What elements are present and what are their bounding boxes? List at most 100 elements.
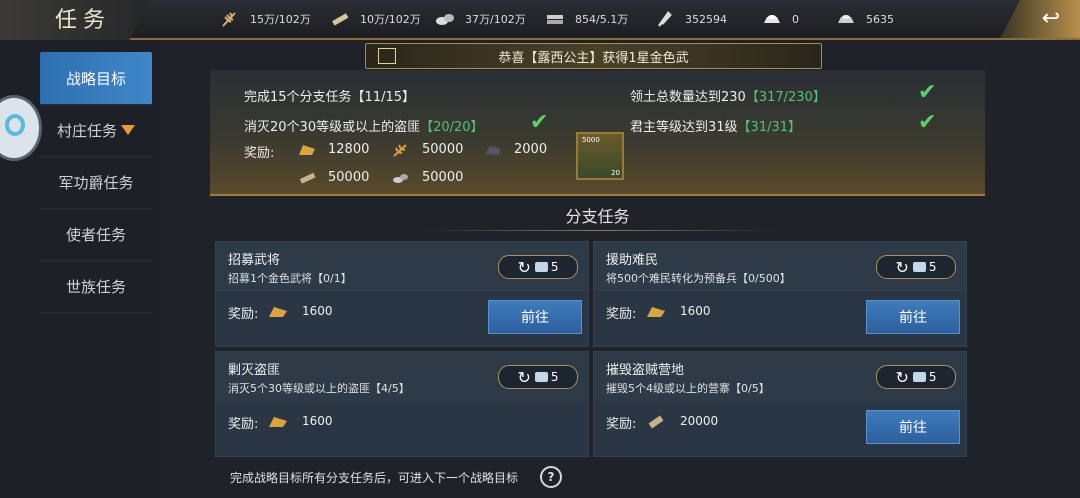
resource-wheat: 15万/102万 [220,9,311,29]
task-desc: 招募1个金色武将【0/1】 [228,272,352,285]
help-icon[interactable]: ? [540,466,562,488]
tab-label: 使者任务 [65,225,126,244]
task-desc: 摧毁5个4级或以上的营寨【0/5】 [606,382,770,395]
wood-log-icon [299,172,316,184]
tab-strategic-goal[interactable]: 战略目标 [40,52,152,105]
reward-item: 2000 [484,142,547,157]
banner-text: 恭喜【露西公主】获得1星金色武 [498,50,689,66]
resource-gold: 0 [762,9,799,29]
strategic-goal-panel: 完成15个分支任务【11/15】 领土总数量达到230【317/230】 ✔ 消… [210,70,985,196]
refresh-icon: ↻ [895,367,909,387]
objective-text: 君主等级达到31级 [630,120,738,135]
resource-wood: 10万/102万 [330,9,421,29]
token-icon [534,372,548,382]
wheat-icon [222,12,236,27]
go-button[interactable]: 前往 [488,300,582,334]
branch-task-card: 剿灭盗匪 消灭5个30等级或以上的盗匪【4/5】 ↻ 5 奖励: 1600 [215,351,589,457]
reward-value: 2000 [514,142,548,157]
tab-village-task[interactable]: 村庄任务 [40,104,152,157]
reward-label: 奖励: [228,307,259,322]
tab-clan-task[interactable]: 世族任务 [40,260,152,313]
refresh-button[interactable]: ↻ 5 [498,255,578,279]
tab-label: 村庄任务 [56,121,117,140]
iron-ore-icon [485,145,500,155]
reward-item: 50000 [392,142,463,157]
objective-text: 领土总数量达到230 [630,90,746,105]
branch-task-card: 招募武将 招募1个金色武将【0/1】 ↻ 5 奖励: 1600 前往 [215,241,589,347]
go-label: 前往 [899,420,927,436]
task-title: 招募武将 [228,253,281,268]
reward-value: 50000 [422,142,464,157]
task-desc: 将500个难民转化为预备兵【0/500】 [606,272,791,285]
silver-ingot-icon [838,15,854,23]
gold-ingot-icon [269,307,287,317]
stone-icon [436,14,454,25]
tab-envoy-task[interactable]: 使者任务 [40,208,152,261]
reward-value: 12800 [328,142,370,157]
go-label: 前往 [521,310,549,326]
task-title: 援助难民 [606,253,659,268]
objective-progress: 【317/230】 [745,90,826,105]
branch-task-card: 摧毁盗贼营地 摧毁5个4级或以上的营寨【0/5】 ↻ 5 奖励: 20000 前… [593,351,967,457]
resource-value: 5635 [866,12,894,26]
resource-stone: 37万/102万 [435,9,526,29]
gold-ingot-icon [269,417,287,427]
refresh-cost: 5 [550,260,559,274]
reward-value: 1600 [302,304,333,318]
back-button[interactable]: ↩ [1000,0,1080,38]
floating-assistant-icon[interactable] [0,95,42,161]
gold-ingot-icon [299,144,315,155]
refresh-icon: ↻ [517,367,531,387]
tab-label: 世族任务 [65,277,126,296]
dropdown-triangle-icon [121,125,135,135]
resource-copper: 352594 [655,9,727,29]
check-icon: ✔ [918,110,937,135]
objective-progress: 【20/20】 [420,120,484,135]
objective-progress: 【31/31】 [737,120,802,135]
resource-value: 15万/102万 [250,13,311,26]
gold-ingot-icon [764,15,780,23]
refresh-cost: 5 [928,370,937,384]
go-button[interactable]: 前往 [866,300,960,334]
wheat-icon [393,143,407,157]
token-icon [534,262,548,272]
objective-text: 完成15个分支任务 [244,90,352,105]
objective-4: 君主等级达到31级【31/31】 [630,116,801,135]
wood-log-icon [648,415,664,429]
tab-label: 军功爵任务 [58,173,134,192]
refresh-cost: 5 [550,370,559,384]
gold-ingot-icon [647,307,665,317]
tab-military-rank-task[interactable]: 军功爵任务 [40,156,152,209]
go-label: 前往 [899,310,927,326]
objective-1: 完成15个分支任务【11/15】 [244,86,415,105]
go-button[interactable]: 前往 [866,410,960,444]
objective-3: 消灭20个30等级或以上的盗匪【20/20】 [244,116,484,135]
reward-value: 1600 [680,304,711,318]
reward-value: 1600 [302,414,333,428]
task-desc: 消灭5个30等级或以上的盗匪【4/5】 [228,382,410,395]
resource-value: 854/5.1万 [575,13,629,26]
footer-note: 完成战略目标所有分支任务后，可进入下一个战略目标 [230,471,519,485]
page-title: 任务 [55,8,112,33]
check-icon: ✔ [530,110,549,135]
token-icon [912,372,926,382]
chest-label: 5000 [582,136,600,144]
refresh-button[interactable]: ↻ 5 [876,255,956,279]
reward-item: 50000 [298,170,369,185]
refresh-button[interactable]: ↻ 5 [498,365,578,389]
objective-text: 消灭20个30等级或以上的盗匪 [244,120,421,135]
objective-2: 领土总数量达到230【317/230】 [630,86,826,105]
reward-label: 奖励: [228,417,259,432]
refresh-button[interactable]: ↻ 5 [876,365,956,389]
resource-value: 10万/102万 [360,13,421,26]
scroll-icon [378,48,396,64]
reward-label: 奖励: [244,146,275,161]
tab-label: 战略目标 [65,69,126,88]
refresh-cost: 5 [928,260,937,274]
reward-chest-icon[interactable]: 5000 20 [576,132,624,180]
refresh-icon: ↻ [895,257,909,277]
reward-label: 奖励: [606,307,637,322]
back-arrow-icon: ↩ [1041,6,1060,31]
resource-value: 0 [792,12,799,26]
branch-task-card: 援助难民 将500个难民转化为预备兵【0/500】 ↻ 5 奖励: 1600 前… [593,241,967,347]
